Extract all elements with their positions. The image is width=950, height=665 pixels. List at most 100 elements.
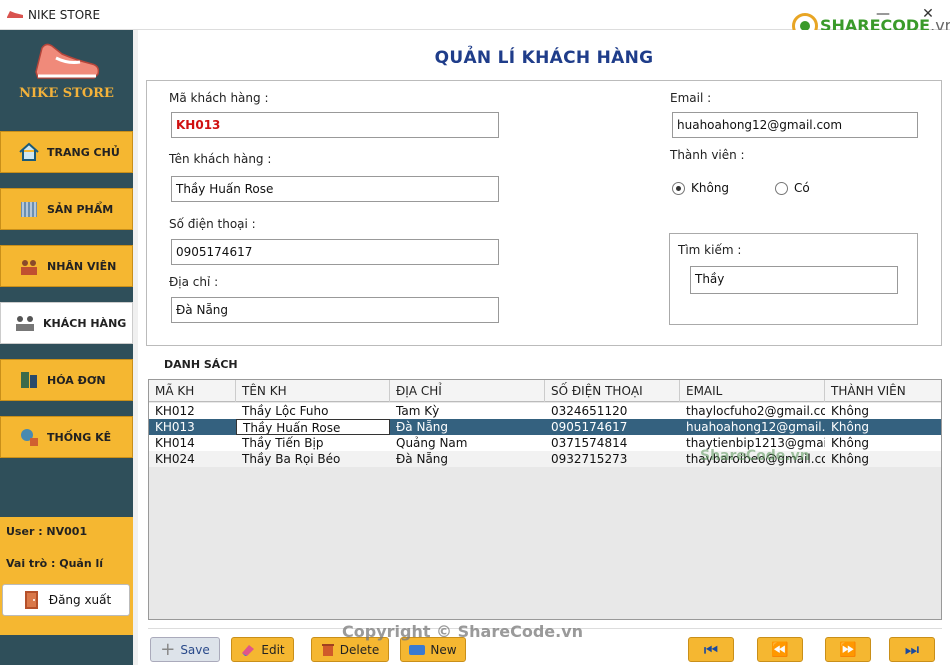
sidebar-item-label: TRANG CHỦ <box>47 145 120 159</box>
column-header-code[interactable]: MÃ KH <box>149 380 236 402</box>
address-label: Địa chỉ : <box>169 275 219 289</box>
sidebar-item-stats[interactable]: THỐNG KÊ <box>0 416 133 458</box>
cell-name: Thầy Lộc Fuho <box>242 404 329 418</box>
skip-first-icon: ⏮ <box>703 639 719 659</box>
email-field[interactable]: huahoahong12@gmail.com <box>672 112 918 138</box>
radio-unselected-icon <box>775 181 788 195</box>
cell-phone: 0324651120 <box>551 404 628 418</box>
sidebar-item-label: NHÂN VIÊN <box>47 259 117 273</box>
cell-email: thaylocfuho2@gmail.com <box>686 404 825 418</box>
save-label: Save <box>180 642 210 657</box>
customer-icon <box>13 311 37 335</box>
list-title: DANH SÁCH <box>164 358 238 371</box>
customer-form: Mã khách hàng : KH013 Tên khách hàng : T… <box>146 80 942 346</box>
previous-record-button[interactable]: ⏪ <box>757 637 803 662</box>
first-record-button[interactable]: ⏮ <box>688 637 734 662</box>
table-row[interactable]: KH024 Thầy Ba Rọi Béo Đà Nẵng 0932715273… <box>149 451 941 467</box>
main-panel: QUẢN LÍ KHÁCH HÀNG Mã khách hàng : KH013… <box>138 30 950 665</box>
sidebar-item-customers[interactable]: KHÁCH HÀNG <box>0 302 133 344</box>
radio-selected-icon <box>672 181 685 195</box>
trash-icon <box>321 644 334 656</box>
store-logo: NIKE STORE <box>0 30 133 110</box>
logout-button[interactable]: Đăng xuất <box>2 584 130 616</box>
table-row-selected[interactable]: KH013 Thầy Huấn Rose Đà Nẵng 0905174617 … <box>149 419 941 435</box>
phone-label: Số điện thoại : <box>169 217 256 231</box>
sidebar-item-products[interactable]: SẢN PHẨM <box>0 188 133 230</box>
sidebar-item-label: HÓA ĐƠN <box>47 373 106 387</box>
page-title: QUẢN LÍ KHÁCH HÀNG <box>434 48 654 68</box>
phone-field[interactable]: 0905174617 <box>171 239 499 265</box>
copyright-watermark: Copyright © ShareCode.vn <box>342 622 584 641</box>
search-panel: Tìm kiếm : Thầy <box>669 233 918 325</box>
member-label: Thành viên : <box>670 148 745 162</box>
column-header-email[interactable]: EMAIL <box>680 380 825 402</box>
cell-code: KH024 <box>155 452 195 466</box>
customer-table: MÃ KH TÊN KH ĐỊA CHỈ SỐ ĐIỆN THOẠI EMAIL… <box>148 379 942 620</box>
sidebar-item-staff[interactable]: NHÂN VIÊN <box>0 245 133 287</box>
cell-email: huahoahong12@gmail... <box>686 420 825 434</box>
edit-button[interactable]: Edit <box>231 637 294 662</box>
new-badge-icon <box>409 644 426 655</box>
email-label: Email : <box>670 91 712 105</box>
cell-address: Quảng Nam <box>396 436 468 450</box>
sneaker-logo-icon <box>35 43 100 79</box>
shoe-app-icon <box>7 11 23 18</box>
customer-name-field[interactable]: Thầy Huấn Rose <box>171 176 499 202</box>
address-field[interactable]: Đà Nẵng <box>171 297 499 323</box>
table-row[interactable]: KH014 Thầy Tiến Bịp Quảng Nam 0371574814… <box>149 435 941 451</box>
column-header-name[interactable]: TÊN KH <box>236 380 390 402</box>
home-icon <box>17 140 41 164</box>
cell-name: Thầy Ba Rọi Béo <box>242 452 341 466</box>
search-label: Tìm kiếm : <box>678 243 742 257</box>
sidebar-item-label: SẢN PHẨM <box>47 202 114 216</box>
cell-address: Đà Nẵng <box>396 420 449 434</box>
column-header-member[interactable]: THÀNH VIÊN <box>825 380 941 402</box>
member-radio-yes[interactable]: Có <box>775 181 810 195</box>
member-option-yes: Có <box>794 181 810 195</box>
delete-label: Delete <box>339 642 380 657</box>
sidebar-item-label: THỐNG KÊ <box>47 430 112 444</box>
column-header-phone[interactable]: SỐ ĐIỆN THOẠI <box>545 380 680 402</box>
cell-member: Không <box>831 420 870 434</box>
sidebar-item-label: KHÁCH HÀNG <box>43 316 127 330</box>
table-header: MÃ KH TÊN KH ĐỊA CHỈ SỐ ĐIỆN THOẠI EMAIL… <box>149 380 941 402</box>
staff-icon <box>17 254 41 278</box>
cell-code: KH014 <box>155 436 195 450</box>
member-radio-no[interactable]: Không <box>672 181 729 195</box>
customer-code-label: Mã khách hàng : <box>169 91 269 105</box>
cell-name: Thầy Huấn Rose <box>236 419 390 435</box>
cell-code: KH013 <box>155 420 195 434</box>
eraser-icon <box>242 644 255 656</box>
user-info-panel: User : NV001 Vai trò : Quản lí Đăng xuất <box>0 517 133 635</box>
store-logo-text: NIKE STORE <box>19 86 114 101</box>
next-record-button[interactable]: ⏩ <box>825 637 871 662</box>
sidebar: NIKE STORE TRANG CHỦ SẢN PHẨM NHÂN VIÊN … <box>0 30 133 665</box>
invoice-icon <box>17 368 41 392</box>
window-title: NIKE STORE <box>28 8 101 22</box>
table-row[interactable]: KH012 Thầy Lộc Fuho Tam Kỳ 0324651120 th… <box>149 403 941 419</box>
cell-phone: 0371574814 <box>551 436 628 450</box>
sidebar-item-invoices[interactable]: HÓA ĐƠN <box>0 359 133 401</box>
skip-last-icon: ⏭ <box>904 639 920 659</box>
fast-forward-icon: ⏩ <box>839 641 857 658</box>
customer-name-label: Tên khách hàng : <box>169 152 272 166</box>
cell-address: Đà Nẵng <box>396 452 449 466</box>
last-record-button[interactable]: ⏭ <box>889 637 935 662</box>
stats-icon <box>17 425 41 449</box>
user-role-text: Vai trò : Quản lí <box>6 557 104 570</box>
cell-phone: 0905174617 <box>551 420 628 434</box>
user-id-text: User : NV001 <box>6 525 88 538</box>
cell-member: Không <box>831 404 870 418</box>
save-button[interactable]: + Save <box>150 637 220 662</box>
cell-phone: 0932715273 <box>551 452 628 466</box>
overlay-watermark: ShareCode.vn <box>700 448 810 464</box>
plus-icon: + <box>160 638 176 660</box>
sidebar-item-home[interactable]: TRANG CHỦ <box>0 131 133 173</box>
customer-code-field[interactable]: KH013 <box>171 112 499 138</box>
cell-address: Tam Kỳ <box>396 404 440 418</box>
search-input[interactable]: Thầy <box>690 266 898 294</box>
column-header-address[interactable]: ĐỊA CHỈ <box>390 380 545 402</box>
cell-name: Thầy Tiến Bịp <box>242 436 324 450</box>
member-option-no: Không <box>691 181 730 195</box>
cell-member: Không <box>831 436 870 450</box>
